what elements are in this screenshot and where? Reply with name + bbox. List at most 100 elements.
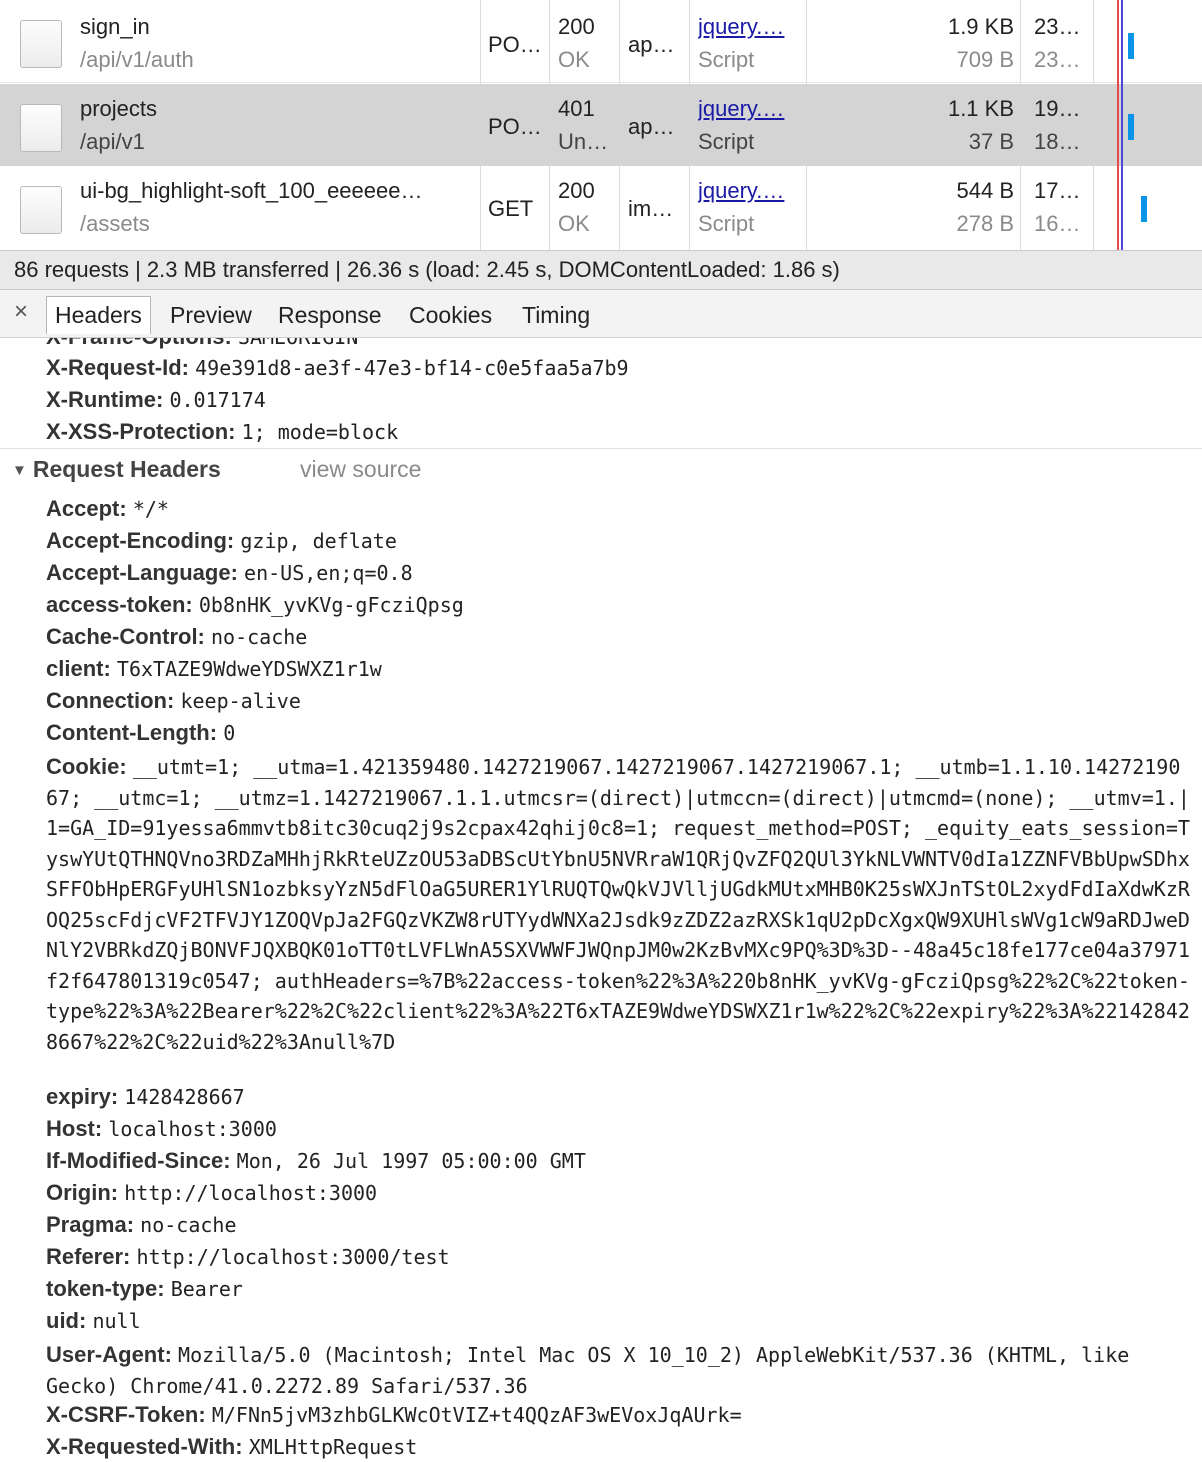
request-time: 19… (1034, 96, 1081, 121)
request-status: 200 (558, 178, 595, 203)
header-key: Cache-Control: (46, 624, 205, 649)
request-time: 23… (1034, 14, 1081, 39)
request-status: 401 (558, 96, 595, 121)
header-line: X-Requested-With: XMLHttpRequest (46, 1434, 417, 1460)
request-row-projects[interactable]: projects /api/v1 PO… 401 Un… ap… jquery.… (0, 84, 1202, 166)
header-line: Referer: http://localhost:3000/test (46, 1244, 450, 1270)
header-key: X-Request-Id: (46, 355, 189, 380)
request-path: /assets (80, 211, 150, 236)
header-key: X-CSRF-Token: (46, 1402, 206, 1427)
tab-timing[interactable]: Timing (514, 296, 598, 334)
header-value: localhost:3000 (108, 1117, 277, 1141)
header-line: X-CSRF-Token: M/FNn5jvM3zhbGLKWcOtVIZ+t4… (46, 1402, 742, 1428)
request-latency: 16… (1034, 211, 1081, 236)
header-line: Accept: */* (46, 496, 169, 522)
request-name: ui-bg_highlight-soft_100_eeeeee… (80, 178, 423, 203)
request-size: 1.9 KB (947, 14, 1014, 39)
header-line: Host: localhost:3000 (46, 1116, 277, 1142)
header-value: 0 (223, 721, 236, 745)
request-initiator-type: Script (698, 211, 755, 236)
header-value: 1428428667 (124, 1085, 245, 1109)
tab-response[interactable]: Response (270, 296, 390, 334)
request-status: 200 (558, 14, 595, 39)
header-value: null (92, 1309, 141, 1333)
request-status-text: Un… (558, 129, 609, 154)
request-type: ap… (628, 32, 675, 57)
header-value: __utmt=1; __utma=1.421359480.1427219067.… (46, 755, 1190, 1054)
request-initiator-link[interactable]: jquery.… (698, 178, 798, 204)
header-line: client: T6xTAZE9WdweYDSWXZ1r1w (46, 656, 382, 682)
header-value: keep-alive (180, 689, 301, 713)
request-latency: 23… (1034, 47, 1081, 72)
request-path: /api/v1 (80, 129, 145, 154)
header-value: 1; mode=block (241, 420, 399, 444)
file-icon (20, 186, 62, 234)
header-value: Bearer (170, 1277, 243, 1301)
header-line-cookie: Cookie: __utmt=1; __utma=1.421359480.142… (46, 752, 1192, 1057)
header-key: X-Runtime: (46, 387, 164, 412)
header-line: expiry: 1428428667 (46, 1084, 245, 1110)
header-value: 49e391d8-ae3f-47e3-bf14-c0e5faa5a7b9 (195, 356, 629, 380)
tab-headers[interactable]: Headers (46, 296, 151, 334)
request-type: ap… (628, 114, 675, 139)
triangle-down-icon: ▼ (12, 462, 27, 479)
close-icon[interactable]: × (14, 298, 28, 326)
header-key: Accept: (46, 496, 127, 521)
header-key: If-Modified-Since: (46, 1148, 231, 1173)
header-key: Accept-Language: (46, 560, 238, 585)
header-key: X-Frame-Options: (46, 338, 232, 349)
header-line: Origin: http://localhost:3000 (46, 1180, 377, 1206)
tab-preview[interactable]: Preview (162, 296, 260, 334)
header-value: no-cache (211, 625, 308, 649)
header-key: Host: (46, 1116, 103, 1141)
request-size: 1.1 KB (947, 96, 1014, 121)
timeline-bar (1128, 114, 1134, 140)
request-content-size: 37 B (968, 129, 1014, 154)
tab-cookies[interactable]: Cookies (401, 296, 500, 334)
header-line: X-Runtime: 0.017174 (46, 387, 266, 413)
header-line: X-Request-Id: 49e391d8-ae3f-47e3-bf14-c0… (46, 355, 629, 381)
header-value: Mozilla/5.0 (Macintosh; Intel Mac OS X 1… (46, 1343, 1130, 1398)
header-key: client: (46, 656, 111, 681)
header-value: 0b8nHK_yvKVg-gFcziQpsg (198, 593, 464, 617)
header-key: User-Agent: (46, 1342, 172, 1367)
timeline-bar (1141, 196, 1147, 222)
header-line: access-token: 0b8nHK_yvKVg-gFcziQpsg (46, 592, 464, 618)
section-divider (0, 448, 1202, 449)
header-value: 0.017174 (169, 388, 266, 412)
request-method: PO… (488, 32, 542, 57)
header-line: Content-Length: 0 (46, 720, 235, 746)
request-initiator-type: Script (698, 129, 755, 154)
request-content-size: 709 B (956, 47, 1015, 72)
header-key: Referer: (46, 1244, 131, 1269)
header-line: Cache-Control: no-cache (46, 624, 307, 650)
request-path: /api/v1/auth (80, 47, 194, 72)
view-source-link[interactable]: view source (300, 456, 421, 483)
request-latency: 18… (1034, 129, 1081, 154)
request-row-sign-in[interactable]: sign_in /api/v1/auth PO… 200 OK ap… jque… (0, 0, 1202, 82)
row-divider (0, 82, 1202, 83)
file-icon (20, 20, 62, 68)
section-title: Request Headers (32, 456, 221, 482)
request-initiator-link[interactable]: jquery.… (698, 96, 798, 122)
header-line: Connection: keep-alive (46, 688, 301, 714)
header-line: Accept-Encoding: gzip, deflate (46, 528, 397, 554)
request-time: 17… (1034, 178, 1081, 203)
header-value: Mon, 26 Jul 1997 05:00:00 GMT (236, 1149, 586, 1173)
header-key: token-type: (46, 1276, 165, 1301)
header-value: */* (132, 497, 169, 521)
file-icon (20, 104, 62, 152)
header-key: expiry: (46, 1084, 119, 1109)
request-initiator-link[interactable]: jquery.… (698, 14, 798, 40)
header-key: uid: (46, 1308, 87, 1333)
header-key: Origin: (46, 1180, 119, 1205)
header-key: Accept-Encoding: (46, 528, 235, 553)
header-line: X-XSS-Protection: 1; mode=block (46, 419, 398, 445)
request-headers-section-toggle[interactable]: ▼ Request Headers (12, 456, 221, 483)
header-value: T6xTAZE9WdweYDSWXZ1r1w (116, 657, 382, 681)
header-line: token-type: Bearer (46, 1276, 243, 1302)
request-size: 544 B (956, 178, 1015, 203)
request-method: GET (488, 196, 534, 221)
header-key: Connection: (46, 688, 175, 713)
request-row-ui-bg-highlight[interactable]: ui-bg_highlight-soft_100_eeeeee… /assets… (0, 166, 1202, 248)
